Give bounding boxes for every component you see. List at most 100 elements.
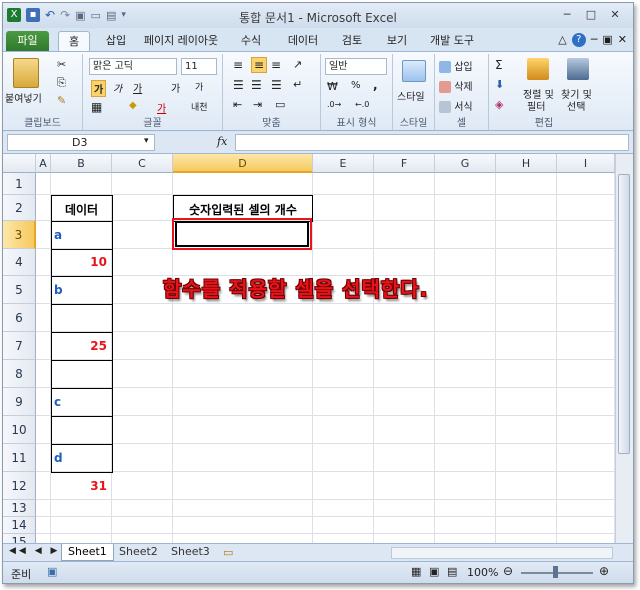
cell-d1[interactable] bbox=[173, 173, 313, 195]
cut-icon[interactable]: ✂ bbox=[57, 58, 66, 71]
column-header-c[interactable]: C bbox=[112, 154, 173, 173]
cell-h6[interactable] bbox=[496, 304, 557, 332]
cell-e3[interactable] bbox=[313, 221, 374, 249]
cell-a12[interactable] bbox=[36, 472, 51, 500]
cell-f13[interactable] bbox=[374, 500, 435, 517]
zoom-level[interactable]: 100% bbox=[467, 566, 498, 579]
cell-d12[interactable] bbox=[173, 472, 313, 500]
ribbon-minimize-icon[interactable]: △ bbox=[558, 33, 566, 47]
cell-c10[interactable] bbox=[112, 416, 173, 444]
cell-g11[interactable] bbox=[435, 444, 496, 472]
sort-filter-label-2[interactable]: 필터 bbox=[527, 98, 545, 113]
cell-f14[interactable] bbox=[374, 517, 435, 534]
cell-f7[interactable] bbox=[374, 332, 435, 360]
row-header-13[interactable]: 13 bbox=[3, 500, 36, 517]
cell-a1[interactable] bbox=[36, 173, 51, 195]
name-box-dropdown-icon[interactable]: ▾ bbox=[144, 136, 149, 146]
cell-f9[interactable] bbox=[374, 388, 435, 416]
row-header-5[interactable]: 5 bbox=[3, 276, 36, 304]
insert-cells-button[interactable]: 삽입 bbox=[454, 62, 472, 73]
decrease-indent-icon[interactable]: ⇤ bbox=[233, 98, 242, 111]
cell-b15[interactable] bbox=[51, 534, 112, 543]
cell-h5[interactable] bbox=[496, 276, 557, 304]
cell-g15[interactable] bbox=[435, 534, 496, 543]
cell-c8[interactable] bbox=[112, 360, 173, 388]
cell-c15[interactable] bbox=[112, 534, 173, 543]
cell-e1[interactable] bbox=[313, 173, 374, 195]
column-header-i[interactable]: I bbox=[557, 154, 615, 173]
zoom-out-icon[interactable]: ⊖ bbox=[503, 564, 513, 578]
cell-f2[interactable] bbox=[374, 195, 435, 221]
cell-e6[interactable] bbox=[313, 304, 374, 332]
cell-c4[interactable] bbox=[112, 249, 173, 276]
cell-f12[interactable] bbox=[374, 472, 435, 500]
cell-h11[interactable] bbox=[496, 444, 557, 472]
cell-e2[interactable] bbox=[313, 195, 374, 221]
page-break-view-icon[interactable]: ▤ bbox=[447, 565, 457, 578]
cell-h4[interactable] bbox=[496, 249, 557, 276]
tab-file[interactable]: 파일 bbox=[6, 31, 49, 51]
phonetic-button[interactable]: 내천 bbox=[191, 100, 208, 113]
find-select-label-2[interactable]: 선택 bbox=[567, 98, 585, 113]
row-header-10[interactable]: 10 bbox=[3, 416, 36, 444]
font-name-select[interactable]: 맑은 고딕 bbox=[89, 58, 177, 75]
cell-c9[interactable] bbox=[112, 388, 173, 416]
increase-decimal-icon[interactable]: .0→ bbox=[327, 100, 341, 109]
tab-page-layout[interactable]: 페이지 레이아웃 bbox=[140, 31, 222, 51]
horizontal-scrollbar[interactable] bbox=[391, 547, 613, 559]
cell-a15[interactable] bbox=[36, 534, 51, 543]
column-header-g[interactable]: G bbox=[435, 154, 496, 173]
increase-indent-icon[interactable]: ⇥ bbox=[253, 98, 262, 111]
cell-c14[interactable] bbox=[112, 517, 173, 534]
cell-d7[interactable] bbox=[173, 332, 313, 360]
cell-i1[interactable] bbox=[557, 173, 615, 195]
grow-font-button[interactable]: 가 bbox=[171, 80, 180, 95]
doc-close-icon[interactable]: ✕ bbox=[618, 33, 627, 47]
align-top-icon[interactable]: ≡ bbox=[233, 58, 243, 72]
currency-icon[interactable]: ₩ bbox=[327, 80, 338, 93]
cell-a2[interactable] bbox=[36, 195, 51, 221]
cell-d4[interactable] bbox=[173, 249, 313, 276]
comma-button[interactable]: , bbox=[373, 78, 378, 92]
decrease-decimal-icon[interactable]: ←.0 bbox=[355, 100, 369, 109]
sheet-tab-2[interactable]: Sheet2 bbox=[113, 544, 164, 561]
cell-b13[interactable] bbox=[51, 500, 112, 517]
align-right-icon[interactable]: ☰ bbox=[271, 78, 282, 92]
find-select-icon[interactable] bbox=[567, 58, 589, 80]
align-middle-icon[interactable]: ≡ bbox=[251, 57, 268, 73]
row-header-4[interactable]: 4 bbox=[3, 249, 36, 276]
column-header-f[interactable]: F bbox=[374, 154, 435, 173]
column-header-h[interactable]: H bbox=[496, 154, 557, 173]
tab-review[interactable]: 검토 bbox=[336, 31, 368, 51]
format-painter-icon[interactable]: ✎ bbox=[57, 94, 66, 107]
orientation-icon[interactable]: ↗ bbox=[293, 58, 302, 71]
cell-f3[interactable] bbox=[374, 221, 435, 249]
row-header-1[interactable]: 1 bbox=[3, 173, 36, 195]
cell-f11[interactable] bbox=[374, 444, 435, 472]
cell-h10[interactable] bbox=[496, 416, 557, 444]
cell-i13[interactable] bbox=[557, 500, 615, 517]
cell-i15[interactable] bbox=[557, 534, 615, 543]
row-header-15[interactable]: 15 bbox=[3, 534, 36, 543]
row-header-14[interactable]: 14 bbox=[3, 517, 36, 534]
align-bottom-icon[interactable]: ≡ bbox=[271, 58, 281, 72]
cell-e8[interactable] bbox=[313, 360, 374, 388]
maximize-icon[interactable]: □ bbox=[579, 6, 603, 23]
cell-f1[interactable] bbox=[374, 173, 435, 195]
minimize-icon[interactable]: ─ bbox=[555, 6, 579, 23]
shrink-font-button[interactable]: 가 bbox=[195, 80, 203, 93]
cell-h2[interactable] bbox=[496, 195, 557, 221]
cell-g6[interactable] bbox=[435, 304, 496, 332]
cell-g9[interactable] bbox=[435, 388, 496, 416]
cell-c11[interactable] bbox=[112, 444, 173, 472]
cell-c6[interactable] bbox=[112, 304, 173, 332]
row-header-2[interactable]: 2 bbox=[3, 195, 36, 221]
cell-c12[interactable] bbox=[112, 472, 173, 500]
cell-d8[interactable] bbox=[173, 360, 313, 388]
cell-h14[interactable] bbox=[496, 517, 557, 534]
cell-a5[interactable] bbox=[36, 276, 51, 304]
copy-icon[interactable]: ⎘ bbox=[57, 76, 66, 90]
cell-g12[interactable] bbox=[435, 472, 496, 500]
paste-button[interactable]: 붙여넣기 bbox=[5, 90, 42, 105]
cell-i4[interactable] bbox=[557, 249, 615, 276]
